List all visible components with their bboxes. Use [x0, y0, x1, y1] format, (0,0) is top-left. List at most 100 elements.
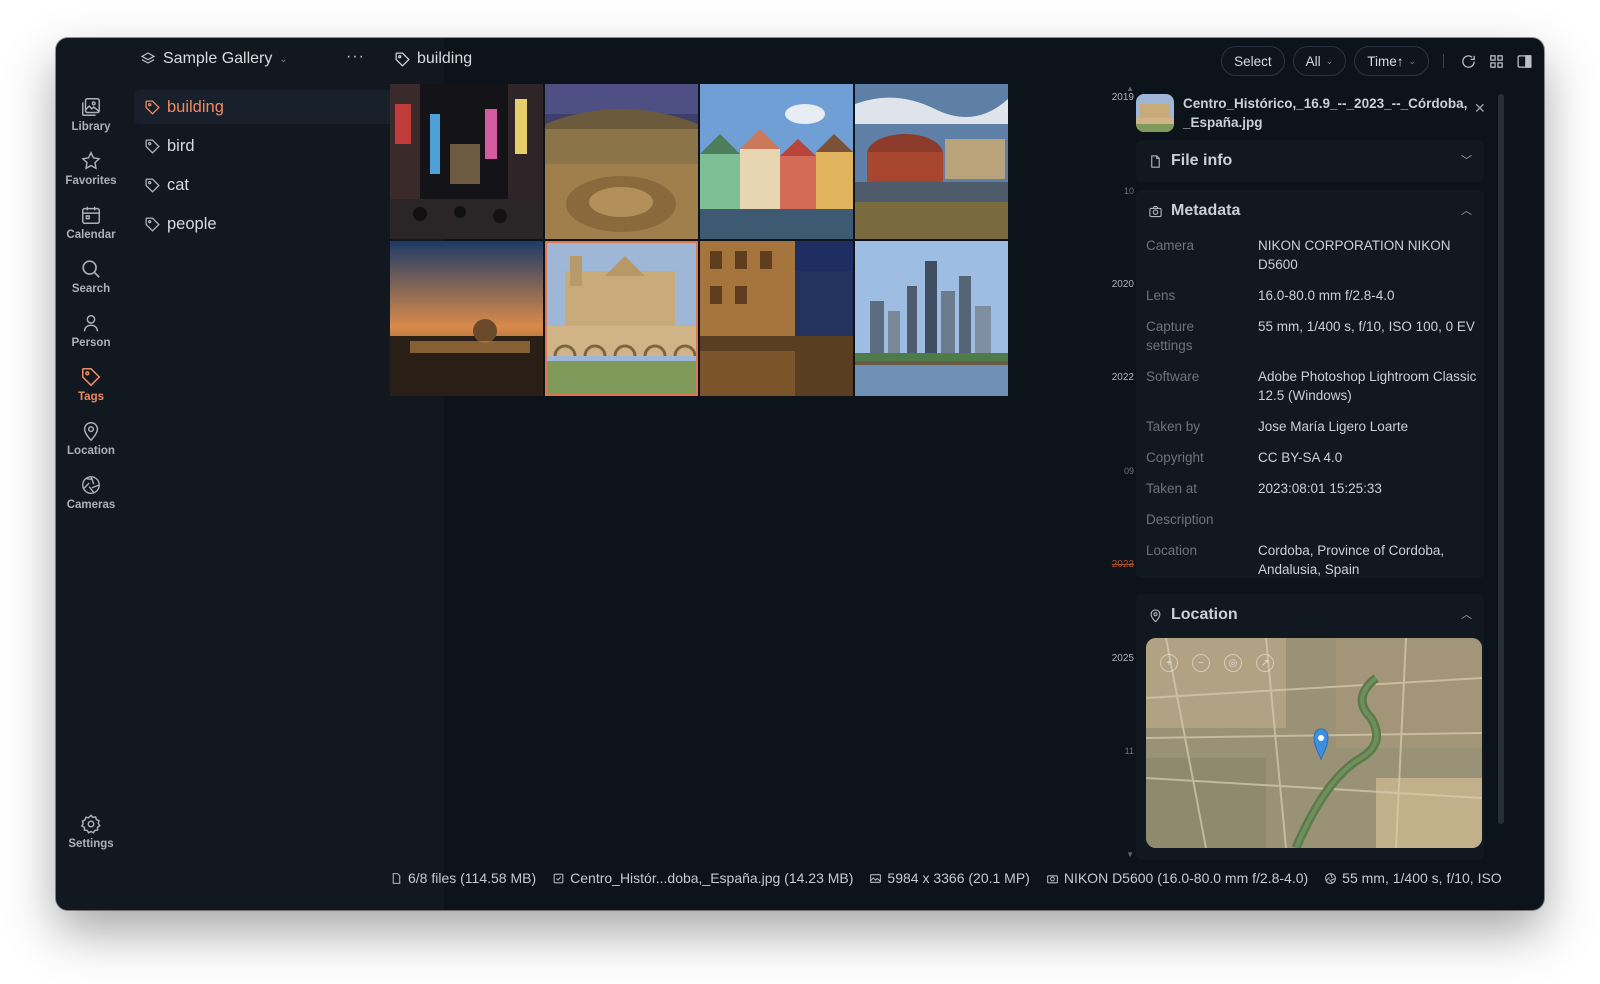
tag-icon	[145, 99, 160, 115]
rail-label: Tags	[78, 391, 104, 403]
search-icon	[82, 260, 100, 278]
photo-city-dusk	[390, 241, 543, 396]
metadata-value: Adobe Photoshop Lightroom Classic 12.5 (…	[1258, 369, 1477, 403]
metadata-value: CC BY-SA 4.0	[1258, 450, 1343, 465]
timeline-label[interactable]: 2019	[1112, 92, 1134, 103]
photo-round-fortress	[855, 84, 1008, 239]
sort-value: Time↑	[1367, 53, 1404, 69]
recenter-icon[interactable]: ◎	[1224, 654, 1242, 672]
status-dimensions-text: 5984 x 3366 (20.1 MP)	[887, 870, 1030, 886]
more-options-icon[interactable]: ···	[346, 48, 365, 66]
rail-label: Person	[71, 337, 111, 349]
metadata-value: 16.0-80.0 mm f/2.8-4.0	[1258, 288, 1395, 303]
map-controls: + − ◎ ↗	[1160, 654, 1274, 672]
scroll-down-arrow-icon[interactable]: ▼	[1126, 850, 1134, 859]
tag-icon	[81, 367, 101, 387]
toggle-sidebar-button[interactable]	[1514, 51, 1534, 71]
timeline-label[interactable]: 2020	[1112, 279, 1134, 290]
rail-item-search[interactable]: Search	[56, 258, 126, 295]
timeline-current-position[interactable]: 2023	[1112, 559, 1134, 570]
aperture-icon	[1325, 872, 1337, 884]
section-header[interactable]: Location	[1148, 606, 1238, 624]
layers-icon	[140, 52, 156, 64]
rail-item-settings[interactable]: Settings	[56, 813, 126, 850]
section-title: Location	[1171, 606, 1238, 623]
tag-icon	[145, 216, 160, 232]
metadata-value: NIKON CORPORATION NIKON D5600	[1258, 238, 1451, 272]
timeline-label[interactable]: 09	[1124, 466, 1134, 476]
rail-label: Calendar	[66, 229, 116, 241]
rail-item-person[interactable]: Person	[56, 312, 126, 349]
refresh-button[interactable]	[1458, 51, 1478, 71]
app-window: Library Favorites Calendar Search Person…	[56, 38, 1544, 910]
status-selected-text: Centro_Histór...doba,_España.jpg (14.23 …	[570, 870, 854, 886]
timeline-label[interactable]: 2025	[1112, 653, 1134, 664]
rail-label: Settings	[68, 838, 114, 850]
status-exposure-text: 55 mm, 1/400 s, f/10, ISO	[1342, 870, 1502, 886]
chevron-up-icon[interactable]: ︿	[1461, 606, 1472, 622]
zoom-in-icon[interactable]: +	[1160, 654, 1178, 672]
section-header[interactable]: Metadata	[1148, 202, 1240, 220]
tag-icon	[145, 138, 160, 154]
file-info-section[interactable]: File info ﹀	[1136, 140, 1484, 182]
chevron-down-icon[interactable]: ﹀	[1461, 152, 1472, 168]
location-pin-icon	[1150, 608, 1161, 623]
chevron-down-icon: ⌄	[1325, 55, 1334, 66]
sidebar-right-icon	[1516, 54, 1532, 68]
metadata-key: Copyright	[1146, 450, 1204, 465]
location-map[interactable]: + − ◎ ↗	[1146, 638, 1482, 848]
grid-icon	[1489, 54, 1503, 68]
status-files: 6/8 files (114.58 MB)	[390, 870, 536, 886]
metadata-key: Location	[1146, 543, 1198, 558]
section-title: Metadata	[1171, 202, 1241, 219]
star-icon	[81, 151, 101, 170]
timeline-label[interactable]: 2022	[1112, 372, 1134, 383]
sort-dropdown[interactable]: Time↑ ⌄	[1354, 46, 1429, 76]
info-panel-scrollbar[interactable]	[1498, 94, 1504, 824]
rail-item-tags[interactable]: Tags	[56, 366, 126, 403]
metadata-value: Cordoba, Province of Cordoba, Andalusia,…	[1258, 543, 1445, 577]
timeline-label[interactable]: 10	[1124, 186, 1134, 196]
rail-item-location[interactable]: Location	[56, 420, 126, 457]
person-icon	[83, 314, 99, 332]
status-files-text: 6/8 files (114.58 MB)	[408, 870, 537, 886]
photo-modern-courtyard	[545, 84, 698, 239]
rail-item-library[interactable]: Library	[56, 96, 126, 133]
rail-item-cameras[interactable]: Cameras	[56, 474, 126, 511]
photo-thumbnail[interactable]	[390, 241, 543, 396]
photo-thumbnail-selected[interactable]	[545, 241, 698, 396]
image-icon	[870, 873, 882, 883]
select-label: Select	[1234, 53, 1272, 69]
camera-icon	[1149, 205, 1162, 217]
timeline-label[interactable]: 11	[1125, 746, 1134, 756]
tag-icon	[145, 177, 160, 193]
aperture-icon	[82, 476, 100, 494]
photo-thumbnail[interactable]	[855, 241, 1008, 396]
rail-item-favorites[interactable]: Favorites	[56, 150, 126, 187]
checkbox-icon	[553, 873, 564, 883]
breadcrumb: building	[394, 50, 472, 68]
navigation-rail: Library Favorites Calendar Search Person…	[56, 38, 126, 910]
grid-view-button[interactable]	[1486, 51, 1506, 71]
gallery-switcher[interactable]: Sample Gallery ⌄	[140, 50, 288, 68]
file-thumbnail	[1136, 94, 1174, 132]
filter-dropdown[interactable]: All ⌄	[1292, 46, 1347, 76]
photo-thumbnail[interactable]	[390, 84, 543, 239]
compass-icon[interactable]: ↗	[1256, 654, 1274, 672]
photo-thumbnail[interactable]	[700, 84, 853, 239]
chevron-up-icon[interactable]: ︿	[1461, 202, 1472, 218]
rail-label: Library	[71, 121, 111, 133]
photo-thumbnail[interactable]	[700, 241, 853, 396]
photo-skyline-river	[855, 241, 1008, 396]
rail-label: Favorites	[65, 175, 117, 187]
photo-thumbnail[interactable]	[545, 84, 698, 239]
timeline-scrubber[interactable]: ▲ 2019 10 2020 2022 09 2023 2025 11 ▼	[1056, 84, 1136, 864]
rail-item-calendar[interactable]: Calendar	[56, 204, 126, 241]
photo-thumbnail[interactable]	[855, 84, 1008, 239]
chevron-down-icon: ⌄	[1408, 55, 1416, 66]
select-button[interactable]: Select	[1221, 46, 1285, 76]
metadata-key: Software	[1146, 369, 1200, 384]
refresh-icon	[1461, 54, 1475, 68]
close-icon[interactable]: ✕	[1474, 100, 1486, 117]
zoom-out-icon[interactable]: −	[1192, 654, 1210, 672]
